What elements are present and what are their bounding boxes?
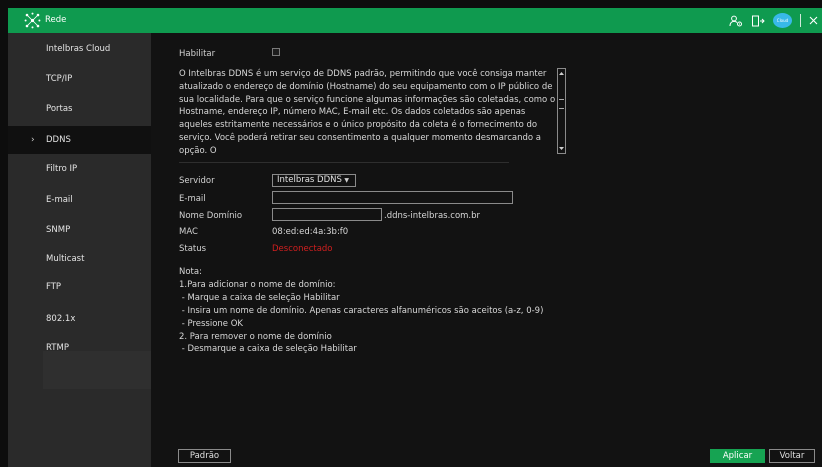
enable-label: Habilitar <box>179 49 216 59</box>
sidebar-item-filtro-ip[interactable]: Filtro IP <box>8 155 151 183</box>
title-bar-separator <box>800 14 801 27</box>
note-line: - Marque a caixa de seleção Habilitar <box>179 292 340 303</box>
domain-name-field[interactable] <box>272 208 382 221</box>
sidebar-item-label: Portas <box>46 104 73 114</box>
logout-icon <box>752 15 765 26</box>
sidebar-item-label: TCP/IP <box>46 74 73 84</box>
sidebar-item-ftp[interactable]: FTP <box>8 273 151 301</box>
sidebar-item-8021x[interactable]: 802.1x <box>8 305 151 333</box>
sidebar-item-label: 802.1x <box>46 314 76 324</box>
note-line: Nota: <box>179 267 202 277</box>
notes-block: Nota: 1.Para adicionar o nome de domínio… <box>179 266 543 356</box>
close-button[interactable] <box>809 8 818 33</box>
email-label: E-mail <box>179 194 206 204</box>
status-label: Status <box>179 244 207 254</box>
title-bar-actions: Cloud <box>721 8 818 33</box>
note-line: 1.Para adicionar o nome de domínio: <box>179 279 336 290</box>
sidebar-item-email[interactable]: E-mail <box>8 186 151 214</box>
sidebar-item-label: SNMP <box>46 225 71 235</box>
section-divider <box>179 162 509 163</box>
scroll-up-icon[interactable] <box>558 70 565 77</box>
domain-suffix: .ddns-intelbras.com.br <box>384 211 481 221</box>
chevron-down-icon: ▼ <box>344 177 349 184</box>
sidebar-item-multicast[interactable]: Multicast <box>8 245 151 273</box>
enable-checkbox[interactable] <box>272 48 280 56</box>
logout-button[interactable] <box>751 8 765 33</box>
sidebar-item-portas[interactable]: Portas <box>8 95 151 123</box>
server-label: Servidor <box>179 176 215 186</box>
sidebar-item-label: Intelbras Cloud <box>46 44 111 54</box>
note-line: - Pressione OK <box>179 318 243 329</box>
network-icon <box>24 12 41 29</box>
note-line: - Desmarque a caixa de seleção Habilitar <box>179 344 357 355</box>
scroll-down-icon[interactable] <box>558 145 565 152</box>
user-settings-button[interactable] <box>729 8 743 33</box>
sidebar-item-label: Multicast <box>46 254 85 264</box>
cloud-icon: Cloud <box>773 13 792 28</box>
mac-label: MAC <box>179 227 198 237</box>
sidebar-item-ddns[interactable]: › DDNS <box>8 126 151 154</box>
sidebar-item-intelbras-cloud[interactable]: Intelbras Cloud <box>8 35 151 63</box>
cloud-button[interactable]: Cloud <box>773 8 792 33</box>
apply-button[interactable]: Aplicar <box>710 449 765 463</box>
sidebar-item-label: Filtro IP <box>46 164 78 174</box>
email-field[interactable] <box>272 191 513 204</box>
sidebar-item-label: E-mail <box>46 195 73 205</box>
sidebar-item-snmp[interactable]: SNMP <box>8 216 151 244</box>
sidebar-item-tcp-ip[interactable]: TCP/IP <box>8 65 151 93</box>
page-title: Rede <box>45 15 67 25</box>
scroll-thumb[interactable] <box>559 99 564 109</box>
sidebar-item-label: DDNS <box>46 135 71 145</box>
close-icon <box>809 16 818 25</box>
sidebar-empty-slot <box>43 351 151 389</box>
note-line: 2. Para remover o nome de domínio <box>179 331 332 342</box>
user-gear-icon <box>729 15 742 26</box>
note-line: - Insira um nome de domínio. Apenas cara… <box>179 305 544 316</box>
sidebar: Intelbras Cloud TCP/IP Portas › DDNS Fil… <box>8 33 151 467</box>
status-value: Desconectado <box>272 244 333 254</box>
server-select-value: Intelbras DDNS <box>277 175 342 185</box>
description-scrollbar[interactable] <box>557 68 566 154</box>
chevron-right-icon: › <box>31 135 35 145</box>
sidebar-item-label: FTP <box>46 282 62 292</box>
default-button[interactable]: Padrão <box>178 449 231 463</box>
title-bar: Rede Cloud <box>8 8 822 33</box>
ddns-description: O Intelbras DDNS é um serviço de DDNS pa… <box>179 69 556 156</box>
domain-label: Nome Domínio <box>179 211 243 221</box>
server-select[interactable]: Intelbras DDNS ▼ <box>272 174 356 187</box>
back-button[interactable]: Voltar <box>769 449 815 463</box>
mac-value: 08:ed:ed:4a:3b:f0 <box>272 227 349 237</box>
